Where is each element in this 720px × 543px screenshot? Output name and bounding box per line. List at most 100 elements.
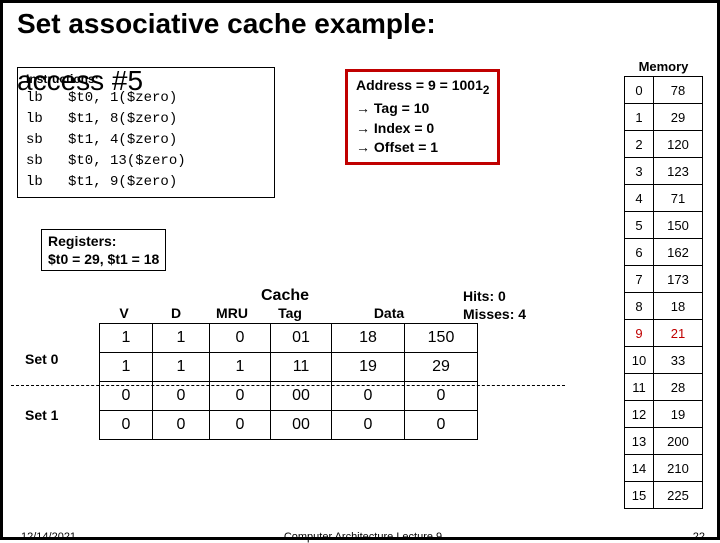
registers-panel: Registers: $t0 = 29, $t1 = 18: [41, 229, 166, 271]
cache-cell: 0: [210, 411, 271, 440]
cache-title: Cache: [261, 287, 309, 305]
instructions-label: Instructions:: [26, 70, 266, 88]
instruction-row: sb $t1, 4($zero): [26, 130, 266, 151]
memory-row: 5150: [625, 212, 703, 239]
cache-cell: 1: [100, 353, 153, 382]
memory-index: 7: [625, 266, 654, 293]
memory-index: 13: [625, 428, 654, 455]
memory-row: 15225: [625, 482, 703, 509]
instruction-row: lb $t1, 9($zero): [26, 172, 266, 193]
cache-cell: 0: [210, 324, 271, 353]
set1-label: Set 1: [25, 407, 58, 423]
cache-header-data: Data: [319, 305, 459, 321]
cache-header-v: V: [99, 305, 149, 321]
memory-row: 7173: [625, 266, 703, 293]
memory-row: 6162: [625, 239, 703, 266]
memory-value: 200: [654, 428, 703, 455]
footer-page: 22: [693, 531, 705, 543]
memory-row: 471: [625, 185, 703, 212]
cache-cell: 1: [100, 324, 153, 353]
cache-cell: 0: [332, 411, 405, 440]
memory-value: 123: [654, 158, 703, 185]
memory-table: 0781292120312347151506162717381892110331…: [624, 76, 703, 509]
memory-value: 225: [654, 482, 703, 509]
memory-value: 21: [654, 320, 703, 347]
memory-row: 3123: [625, 158, 703, 185]
memory-row: 129: [625, 104, 703, 131]
memory-row: 1219: [625, 401, 703, 428]
cache-table: 110011815011111192900000000000000: [99, 323, 478, 440]
memory-index: 14: [625, 455, 654, 482]
memory-index: 12: [625, 401, 654, 428]
memory-row: 14210: [625, 455, 703, 482]
memory-value: 78: [654, 77, 703, 104]
registers-content: $t0 = 29, $t1 = 18: [48, 250, 159, 268]
cache-headers: V D MRU Tag Data: [99, 305, 478, 321]
cache-header-mru: MRU: [203, 305, 261, 321]
memory-value: 28: [654, 374, 703, 401]
cache-header-tag: Tag: [261, 305, 319, 321]
arrow-icon: →: [356, 100, 374, 116]
cache-cell: 1: [153, 353, 210, 382]
cache-cell: 0: [153, 411, 210, 440]
address-line: → Tag = 10: [356, 99, 489, 119]
cache-row: 0000000: [100, 411, 478, 440]
memory-index: 9: [625, 320, 654, 347]
page-title: Set associative cache example:: [17, 9, 707, 40]
address-line: → Index = 0: [356, 119, 489, 139]
cache-cell: 18: [332, 324, 405, 353]
memory-row: 13200: [625, 428, 703, 455]
memory-title: Memory: [624, 59, 703, 74]
memory-panel: Memory 078129212031234715150616271738189…: [624, 59, 703, 509]
cache-row: 111111929: [100, 353, 478, 382]
cache-cell: 0: [405, 411, 478, 440]
address-box: Address = 9 = 10012 → Tag = 10 → Index =…: [345, 69, 500, 165]
memory-index: 4: [625, 185, 654, 212]
address-line: Address = 9 = 10012: [356, 76, 489, 99]
memory-value: 18: [654, 293, 703, 320]
memory-value: 29: [654, 104, 703, 131]
memory-index: 1: [625, 104, 654, 131]
hits-line: Hits: 0: [463, 287, 526, 305]
instruction-row: lb $t1, 8($zero): [26, 109, 266, 130]
memory-index: 6: [625, 239, 654, 266]
registers-label: Registers:: [48, 232, 159, 250]
memory-value: 33: [654, 347, 703, 374]
instructions-panel: Instructions: lb $t0, 1($zero) lb $t1, 8…: [17, 67, 275, 198]
cache-cell: 1: [210, 353, 271, 382]
instruction-row: sb $t0, 13($zero): [26, 151, 266, 172]
memory-value: 120: [654, 131, 703, 158]
memory-row: 818: [625, 293, 703, 320]
memory-value: 71: [654, 185, 703, 212]
cache-cell: 01: [271, 324, 332, 353]
memory-index: 15: [625, 482, 654, 509]
memory-row: 078: [625, 77, 703, 104]
cache-row: 1100118150: [100, 324, 478, 353]
memory-value: 19: [654, 401, 703, 428]
memory-value: 162: [654, 239, 703, 266]
memory-value: 210: [654, 455, 703, 482]
cache-cell: 150: [405, 324, 478, 353]
set0-label: Set 0: [25, 351, 58, 367]
cache-cell: 11: [271, 353, 332, 382]
memory-row: 921: [625, 320, 703, 347]
memory-index: 2: [625, 131, 654, 158]
set-divider: [11, 385, 565, 386]
cache-cell: 1: [153, 324, 210, 353]
cache-cell: 19: [332, 353, 405, 382]
memory-value: 150: [654, 212, 703, 239]
memory-row: 1128: [625, 374, 703, 401]
footer-date: 12/14/2021: [21, 531, 76, 543]
memory-index: 3: [625, 158, 654, 185]
instruction-row: lb $t0, 1($zero): [26, 88, 266, 109]
memory-value: 173: [654, 266, 703, 293]
cache-panel: V D MRU Tag Data 11001181501111119290000…: [25, 305, 478, 440]
cache-cell: 29: [405, 353, 478, 382]
slide: Set associative cache example: access #5…: [0, 0, 720, 540]
memory-index: 11: [625, 374, 654, 401]
memory-row: 1033: [625, 347, 703, 374]
memory-index: 10: [625, 347, 654, 374]
cache-cell: 00: [271, 411, 332, 440]
memory-index: 5: [625, 212, 654, 239]
arrow-icon: →: [356, 120, 374, 136]
